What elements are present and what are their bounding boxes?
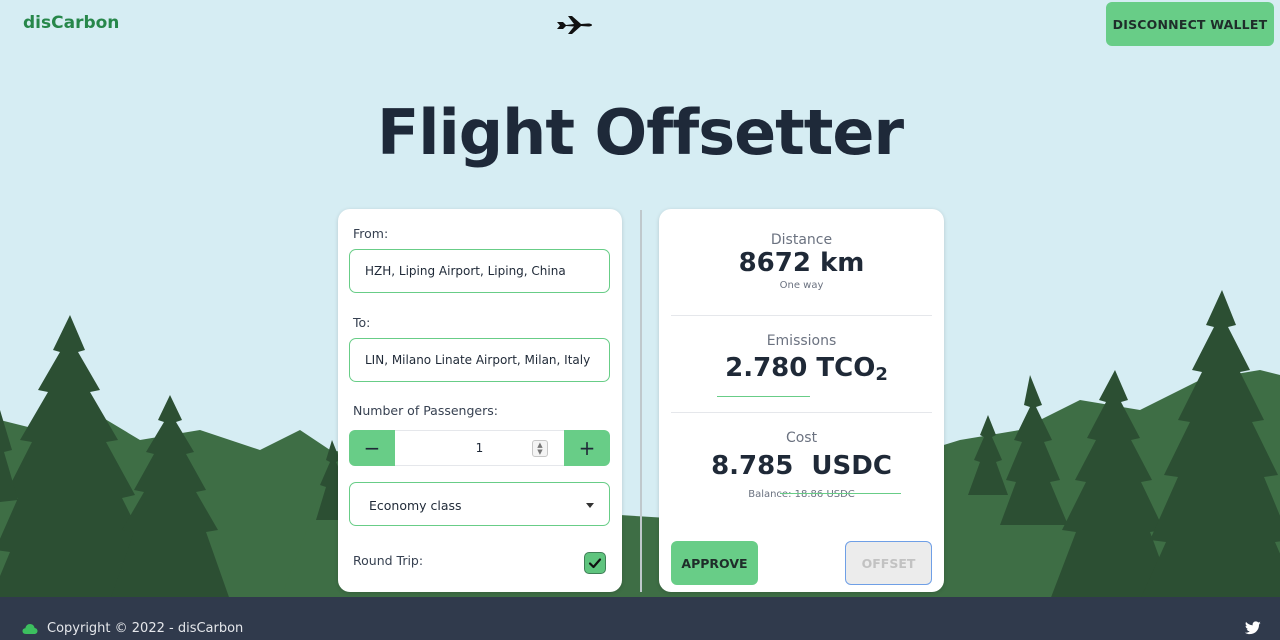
footer: Copyright © 2022 - disCarbon — [0, 597, 1280, 640]
emissions-unit-sub: 2 — [875, 364, 888, 385]
passengers-label: Number of Passengers: — [353, 403, 498, 418]
airplane-icon — [557, 16, 592, 34]
emissions-value[interactable]: 2.780 — [725, 353, 807, 383]
divider — [671, 412, 932, 413]
emissions-underline — [717, 396, 810, 397]
offset-button[interactable]: OFFSET — [845, 541, 932, 585]
increment-button[interactable]: + — [564, 430, 610, 466]
copyright-text: Copyright © 2022 - disCarbon — [47, 621, 244, 636]
round-trip-checkbox[interactable] — [584, 552, 606, 574]
column-divider — [640, 210, 642, 592]
emissions-unit: TCO — [816, 353, 876, 383]
emissions-display: 2.780 TCO2 — [659, 353, 944, 385]
cost-title: Cost — [785, 430, 818, 446]
class-select[interactable]: Economy class — [349, 482, 610, 526]
class-select-value: Economy class — [369, 498, 462, 513]
page-title: Flight Offsetter — [376, 96, 904, 169]
emissions-title: Emissions — [766, 333, 837, 349]
summary-card: Distance 8672 km One way Emissions 2.780… — [659, 209, 944, 592]
balance-text: Balance: 18.86 USDC — [748, 489, 855, 500]
chevron-down-icon — [586, 503, 594, 508]
disconnect-wallet-button[interactable]: DISCONNECT WALLET — [1106, 2, 1274, 46]
passengers-stepper: − 1 ▲ ▼ + — [349, 430, 610, 466]
cost-unit[interactable]: USDC — [811, 451, 892, 481]
cost-underline — [780, 493, 901, 494]
distance-note: One way — [779, 280, 824, 291]
brand-logo[interactable]: disCarbon — [23, 13, 119, 33]
cloud-icon — [22, 624, 38, 634]
twitter-icon[interactable] — [1245, 621, 1261, 635]
passengers-value: 1 — [475, 441, 484, 455]
checkmark-icon — [588, 558, 602, 569]
to-input[interactable] — [349, 338, 610, 382]
passengers-input[interactable]: 1 ▲ ▼ — [395, 430, 564, 466]
cost-display: 8.785 USDC — [659, 451, 944, 481]
cost-value: 8.785 — [711, 451, 794, 481]
distance-value: 8672 km — [738, 248, 865, 278]
from-input[interactable] — [349, 249, 610, 293]
round-trip-label: Round Trip: — [353, 553, 424, 568]
distance-title: Distance — [770, 232, 833, 248]
to-label: To: — [353, 315, 371, 330]
decrement-button[interactable]: − — [349, 430, 395, 466]
divider — [671, 315, 932, 316]
from-label: From: — [353, 226, 389, 241]
approve-button[interactable]: APPROVE — [671, 541, 758, 585]
spinner-icon[interactable]: ▲ ▼ — [532, 440, 548, 457]
flight-form-card: From: To: Number of Passengers: − 1 ▲▼ +… — [338, 209, 622, 592]
